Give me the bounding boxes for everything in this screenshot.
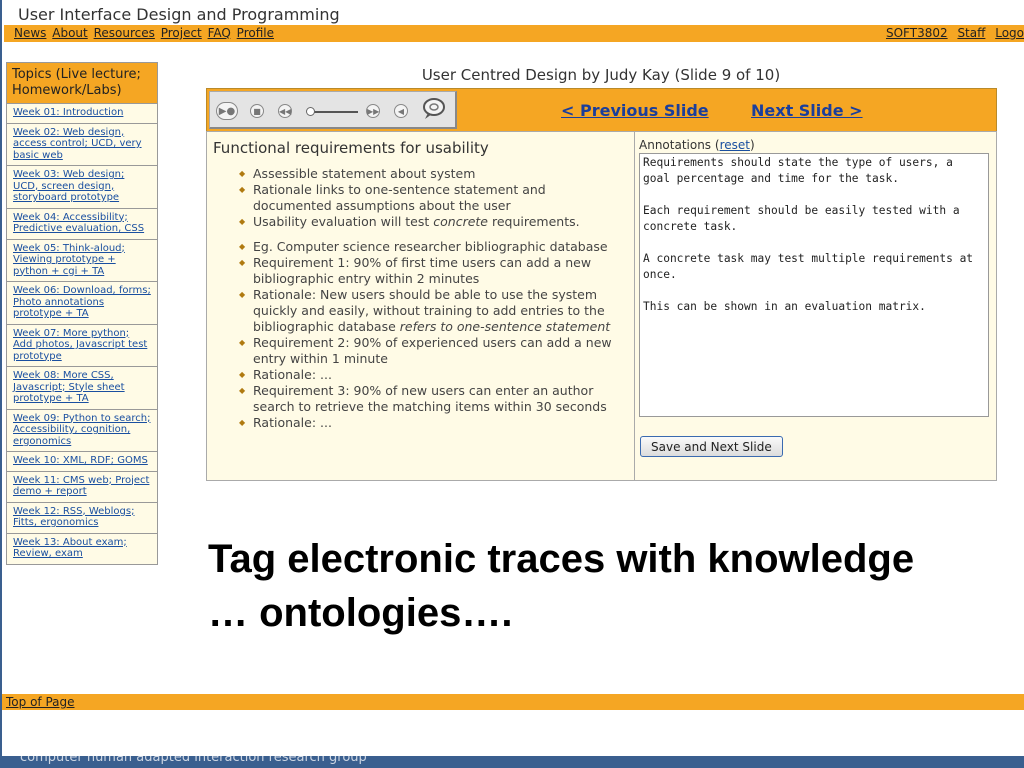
nav-soft3802[interactable]: SOFT3802 <box>886 26 948 40</box>
sidebar-item-week-12: Week 12: RSS, Weblogs; Fitts, ergonomics <box>7 502 157 534</box>
week-11-link[interactable]: Week 11: CMS web; Project demo + report <box>13 475 149 498</box>
top-navbar: News About Resources Project FAQ Profile… <box>4 25 1024 42</box>
nav-project[interactable]: Project <box>161 26 202 40</box>
overlay-line-2: … ontologies…. <box>208 591 513 635</box>
bullet-5: Requirement 1: 90% of first time users c… <box>213 255 628 287</box>
reset-link[interactable]: reset <box>720 138 750 152</box>
week-10-link[interactable]: Week 10: XML, RDF; GOMS <box>13 455 148 466</box>
week-02-link[interactable]: Week 02: Web design, access control; UCD… <box>13 127 142 161</box>
sidebar-item-week-03: Week 03: Web design; UCD, screen design,… <box>7 166 157 209</box>
nav-logout[interactable]: Logo <box>995 26 1024 40</box>
slide-content-panel: Functional requirements for usability As… <box>206 131 997 481</box>
sidebar-header: Topics (Live lecture; Homework/Labs) <box>7 63 157 104</box>
week-13-link[interactable]: Week 13: About exam; Review, exam <box>13 537 127 560</box>
slide-pane: Functional requirements for usability As… <box>207 132 635 480</box>
previous-slide-link[interactable]: < Previous Slide <box>561 101 709 120</box>
nav-news[interactable]: News <box>14 26 46 40</box>
sidebar-item-week-07: Week 07: More python; Add photos, Javasc… <box>7 324 157 367</box>
footer-text: computer human adapted interaction resea… <box>20 756 367 765</box>
sidebar-item-week-05: Week 05: Think-aloud; Viewing prototype … <box>7 239 157 282</box>
presentation-overlay-text: Tag electronic traces with knowledge … o… <box>208 532 914 640</box>
bullet-3-text: Usability evaluation will test <box>253 214 434 229</box>
slide-toolbar: ▶● ■ ◀◀ ▶▶ ◀ < Previous Slide Next Slide… <box>206 88 997 132</box>
week-09-link[interactable]: Week 09: Python to search; Accessibility… <box>13 413 151 447</box>
week-05-link[interactable]: Week 05: Think-aloud; Viewing prototype … <box>13 243 125 277</box>
bottom-bar: Top of Page <box>2 694 1024 710</box>
nav-staff[interactable]: Staff <box>957 26 985 40</box>
bullet-1: Assessible statement about system <box>213 166 628 182</box>
footer-bar: computer human adapted interaction resea… <box>0 756 1024 768</box>
sidebar-item-week-02: Week 02: Web design, access control; UCD… <box>7 123 157 166</box>
stop-icon[interactable]: ■ <box>250 104 264 118</box>
bullet-3-emphasis: concrete <box>433 214 489 229</box>
bullet-2: Rationale links to one-sentence statemen… <box>213 182 628 214</box>
next-slide-link[interactable]: Next Slide > <box>751 101 863 120</box>
bullet-9: Requirement 3: 90% of new users can ente… <box>213 383 628 415</box>
nav-profile[interactable]: Profile <box>237 26 274 40</box>
bullet-8: Rationale: ... <box>213 367 628 383</box>
slide-heading: Functional requirements for usability <box>213 139 489 157</box>
bullet-3-tail: requirements. <box>488 214 580 229</box>
sidebar-item-week-09: Week 09: Python to search; Accessibility… <box>7 409 157 452</box>
sidebar-item-week-10: Week 10: XML, RDF; GOMS <box>7 452 157 472</box>
sidebar-item-week-08: Week 08: More CSS, Javascript; Style she… <box>7 367 157 410</box>
bullet-6-emphasis: refers to one-sentence statement <box>399 319 611 334</box>
forward-icon[interactable]: ▶▶ <box>366 104 380 118</box>
nav-resources[interactable]: Resources <box>94 26 155 40</box>
week-01-link[interactable]: Week 01: Introduction <box>13 107 123 118</box>
annotations-label-close: ) <box>749 138 755 152</box>
annotations-label-text: Annotations ( <box>639 138 720 152</box>
slide-title: User Centred Design by Judy Kay (Slide 9… <box>421 66 781 84</box>
week-08-link[interactable]: Week 08: More CSS, Javascript; Style she… <box>13 370 125 404</box>
top-of-page-link[interactable]: Top of Page <box>6 695 75 709</box>
sidebar-item-week-01: Week 01: Introduction <box>7 104 157 124</box>
annotations-textarea[interactable]: Requirements should state the type of us… <box>639 153 989 417</box>
site-title: User Interface Design and Programming <box>18 5 340 24</box>
week-04-link[interactable]: Week 04: Accessibility; Predictive evalu… <box>13 212 144 235</box>
audio-seek-handle[interactable] <box>306 107 315 116</box>
nav-about[interactable]: About <box>52 26 87 40</box>
bullet-4: Eg. Computer science researcher bibliogr… <box>213 239 628 255</box>
week-06-link[interactable]: Week 06: Download, forms; Photo annotati… <box>13 285 151 319</box>
window-frame-left <box>0 0 2 768</box>
volume-icon[interactable]: ◀ <box>394 104 408 118</box>
sidebar-item-week-11: Week 11: CMS web; Project demo + report <box>7 471 157 503</box>
audio-player: ▶● ■ ◀◀ ▶▶ ◀ <box>209 91 457 129</box>
save-and-next-button[interactable]: Save and Next Slide <box>640 436 783 457</box>
week-12-link[interactable]: Week 12: RSS, Weblogs; Fitts, ergonomics <box>13 506 134 529</box>
slide-bullet-list: Assessible statement about system Ration… <box>213 166 628 431</box>
sidebar-item-week-06: Week 06: Download, forms; Photo annotati… <box>7 282 157 325</box>
week-07-link[interactable]: Week 07: More python; Add photos, Javasc… <box>13 328 147 362</box>
week-03-link[interactable]: Week 03: Web design; UCD, screen design,… <box>13 169 124 203</box>
overlay-line-1: Tag electronic traces with knowledge <box>208 537 915 581</box>
nav-left-group: News About Resources Project FAQ Profile <box>14 26 276 40</box>
annotations-pane: Annotations (reset) Requirements should … <box>639 138 995 457</box>
sidebar-item-week-13: Week 13: About exam; Review, exam <box>7 533 157 564</box>
rewind-icon[interactable]: ◀◀ <box>278 104 292 118</box>
annotations-label: Annotations (reset) <box>639 138 995 152</box>
nav-right-group: SOFT3802 Staff Logo <box>880 26 1024 40</box>
topics-sidebar: Topics (Live lecture; Homework/Labs) Wee… <box>6 62 158 565</box>
bullet-6: Rationale: New users should be able to u… <box>213 287 628 335</box>
speech-bubble-icon[interactable] <box>422 98 446 120</box>
sidebar-item-week-04: Week 04: Accessibility; Predictive evalu… <box>7 208 157 240</box>
play-icon[interactable]: ▶● <box>216 102 238 120</box>
bullet-10: Rationale: ... <box>213 415 628 431</box>
bullet-7: Requirement 2: 90% of experienced users … <box>213 335 628 367</box>
bullet-3: Usability evaluation will test concrete … <box>213 214 628 230</box>
nav-faq[interactable]: FAQ <box>208 26 231 40</box>
audio-seek-track[interactable] <box>310 111 358 113</box>
